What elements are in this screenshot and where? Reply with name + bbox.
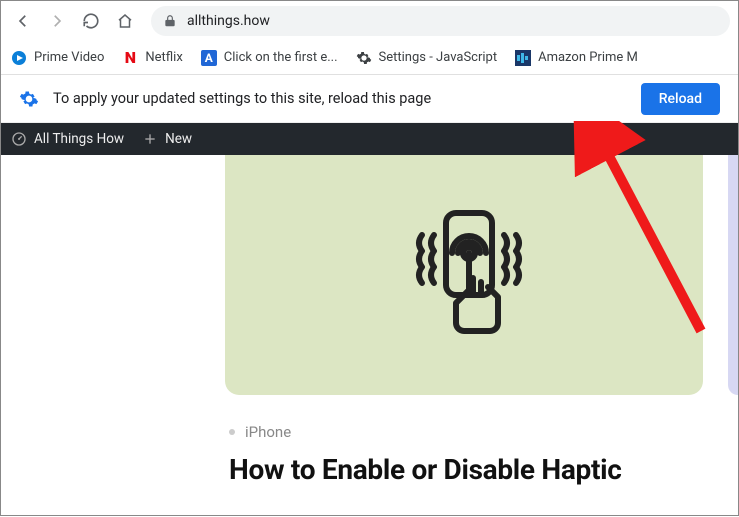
wp-site-name: All Things How — [34, 131, 124, 147]
url-text: allthings.how — [187, 13, 718, 29]
infobar-message: To apply your updated settings to this s… — [53, 90, 627, 107]
haptic-phone-icon — [384, 195, 544, 355]
reload-nav-button[interactable] — [77, 7, 105, 35]
post-title[interactable]: How to Enable or Disable Haptic — [229, 453, 622, 486]
dashboard-icon — [11, 131, 27, 147]
wp-admin-bar: All Things How New — [1, 123, 738, 155]
gear-icon — [356, 50, 372, 66]
a-icon: A — [201, 50, 217, 66]
post-category[interactable]: iPhone — [245, 423, 291, 441]
forward-button[interactable] — [43, 7, 71, 35]
netflix-icon: N — [122, 50, 138, 66]
bookmarks-bar: Prime Video N Netflix A Click on the fir… — [1, 41, 738, 75]
article-hero-image[interactable] — [225, 155, 703, 395]
bookmark-netflix[interactable]: N Netflix — [122, 50, 182, 66]
amazon-prime-icon — [515, 50, 531, 66]
wp-site-link[interactable]: All Things How — [11, 131, 124, 147]
bookmark-click-first[interactable]: A Click on the first e... — [201, 50, 338, 66]
bookmark-label: Click on the first e... — [224, 50, 338, 65]
back-button[interactable] — [9, 7, 37, 35]
bookmark-label: Amazon Prime M — [538, 50, 638, 65]
plus-icon — [142, 131, 158, 147]
wp-new-label: New — [165, 131, 192, 147]
gear-icon — [19, 89, 39, 109]
bullet-icon — [229, 429, 235, 435]
prime-video-icon — [11, 50, 27, 66]
page-content: iPhone How to Enable or Disable Haptic — [1, 155, 738, 517]
bookmark-label: Netflix — [145, 50, 182, 65]
bookmark-settings-js[interactable]: Settings - JavaScript — [356, 50, 498, 66]
bookmark-label: Settings - JavaScript — [379, 50, 498, 65]
home-button[interactable] — [111, 7, 139, 35]
post-meta: iPhone — [229, 423, 291, 441]
wp-new-link[interactable]: New — [142, 131, 192, 147]
lock-icon — [163, 14, 177, 28]
address-bar[interactable]: allthings.how — [151, 6, 730, 36]
browser-toolbar: allthings.how — [1, 1, 738, 41]
next-card-peek[interactable] — [728, 155, 738, 395]
settings-infobar: To apply your updated settings to this s… — [1, 75, 738, 123]
bookmark-prime-video[interactable]: Prime Video — [11, 50, 104, 66]
bookmark-label: Prime Video — [34, 50, 104, 65]
reload-button[interactable]: Reload — [641, 83, 720, 115]
bookmark-amazon-prime[interactable]: Amazon Prime M — [515, 50, 638, 66]
